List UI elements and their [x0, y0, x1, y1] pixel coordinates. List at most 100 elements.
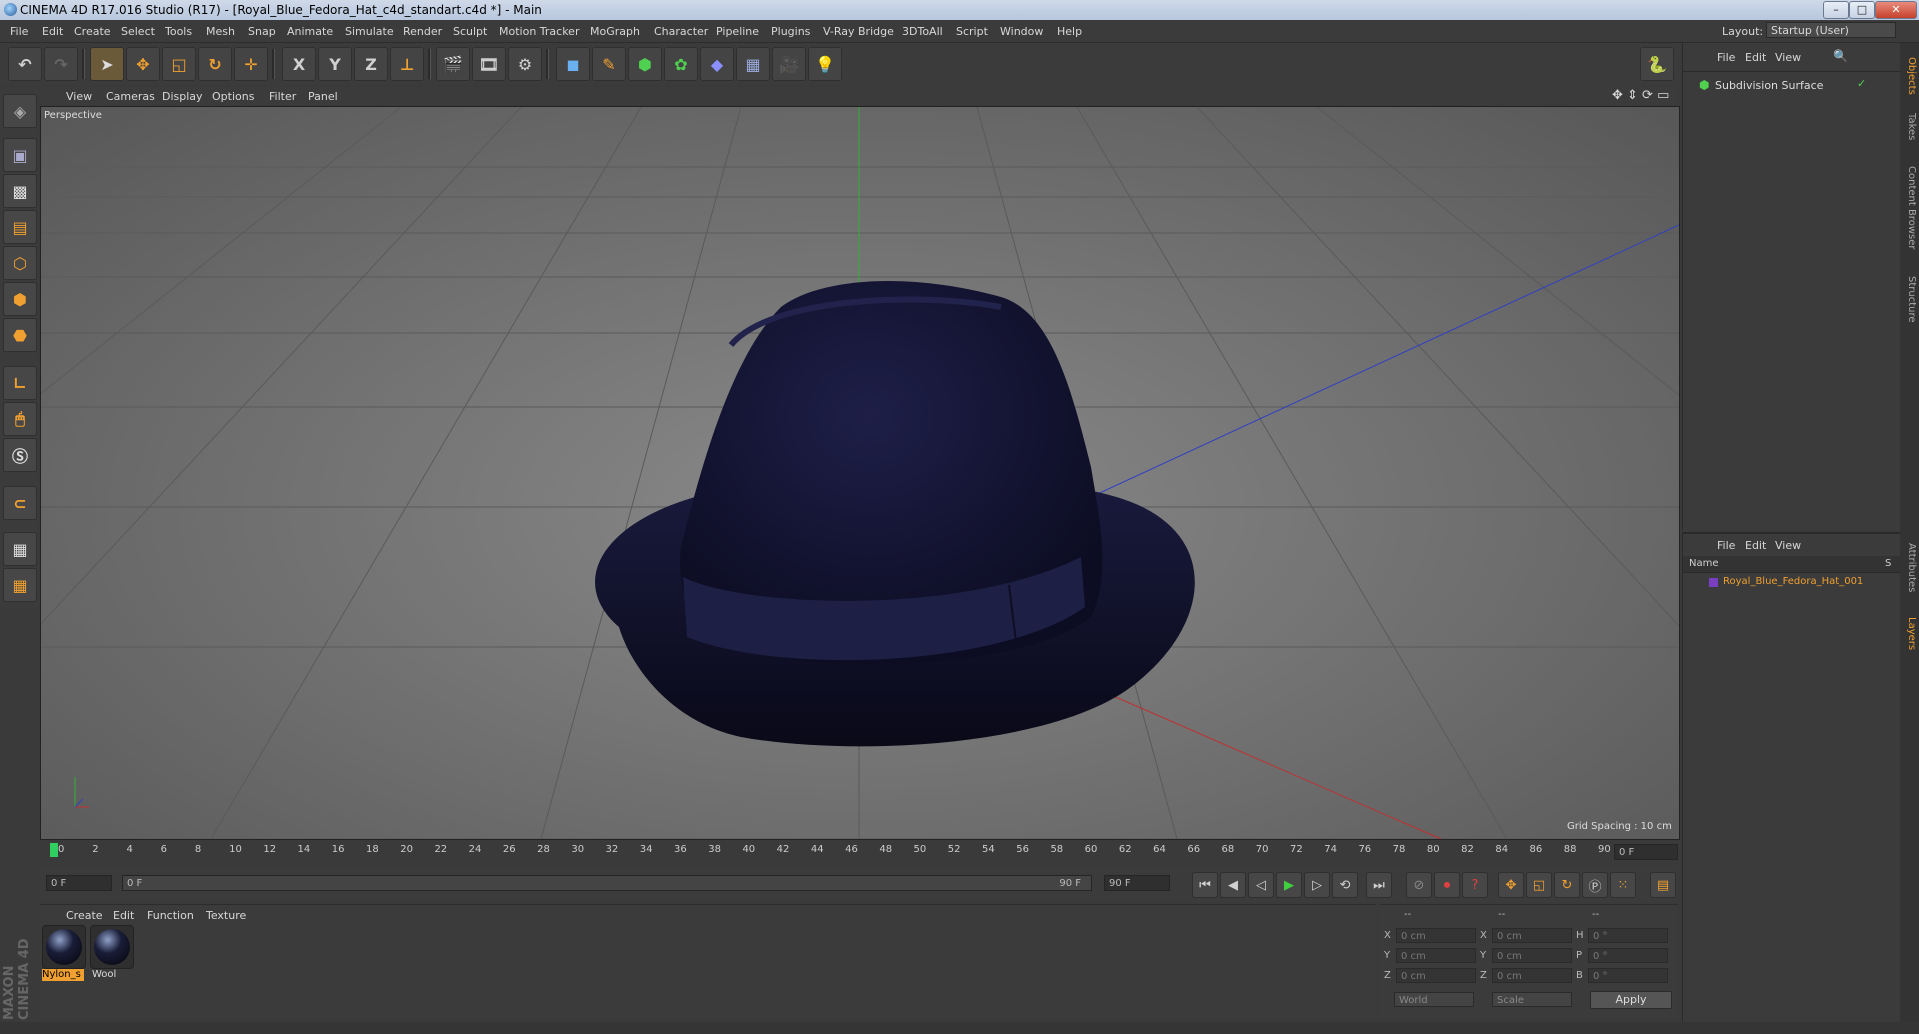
- size-x-field[interactable]: 0 cm: [1492, 928, 1572, 943]
- render-picture-viewer-icon[interactable]: 🎞: [472, 47, 506, 81]
- tab-content-browser[interactable]: Content Browser: [1902, 153, 1917, 263]
- key-rotation-icon[interactable]: ↻: [1554, 872, 1580, 898]
- layer-menu-view[interactable]: View: [1775, 539, 1801, 552]
- position-x-field[interactable]: 0 cm: [1396, 928, 1476, 943]
- record-keys-icon[interactable]: ⊘: [1406, 872, 1432, 898]
- viewport-menu-cameras[interactable]: Cameras: [106, 90, 155, 103]
- deformer-icon[interactable]: ◆: [700, 47, 734, 81]
- viewport-menu-display[interactable]: Display: [162, 90, 203, 103]
- end-frame-field[interactable]: 90 F: [1104, 875, 1170, 891]
- layout-dropdown[interactable]: Startup (User): [1766, 22, 1896, 38]
- menu-3dtoall[interactable]: 3DToAll: [902, 25, 943, 38]
- tab-structure[interactable]: Structure: [1902, 269, 1917, 329]
- close-button[interactable]: ✕: [1875, 1, 1917, 19]
- redo-icon[interactable]: ↷: [44, 47, 78, 81]
- viewport-nav-icons[interactable]: ✥ ⇕ ⟳ ▭: [1612, 88, 1669, 103]
- model-mode-icon[interactable]: ▣: [3, 138, 37, 172]
- rotation-p-field[interactable]: 0 °: [1588, 948, 1668, 963]
- tab-attributes[interactable]: Attributes: [1902, 533, 1917, 603]
- light-icon[interactable]: 💡: [808, 47, 842, 81]
- tab-takes[interactable]: Takes: [1902, 107, 1917, 147]
- key-parameter-icon[interactable]: Ⓟ: [1582, 872, 1608, 898]
- previous-frame-icon[interactable]: ◁: [1248, 872, 1274, 898]
- y-axis-lock-button[interactable]: Y: [318, 47, 352, 81]
- position-z-field[interactable]: 0 cm: [1396, 968, 1476, 983]
- previous-key-icon[interactable]: ◀: [1220, 872, 1246, 898]
- object-subdivision-surface[interactable]: Subdivision Surface: [1715, 79, 1823, 92]
- go-to-start-icon[interactable]: ⏮: [1192, 872, 1218, 898]
- menu-pipeline[interactable]: Pipeline: [716, 25, 759, 38]
- viewport-menu-filter[interactable]: Filter: [269, 90, 296, 103]
- world-dropdown[interactable]: World: [1394, 992, 1474, 1007]
- material-menu-edit[interactable]: Edit: [113, 909, 134, 922]
- undo-icon[interactable]: ↶: [8, 47, 42, 81]
- minimize-button[interactable]: –: [1823, 1, 1849, 19]
- material-nylon[interactable]: [42, 925, 86, 969]
- play-icon[interactable]: ▶: [1276, 872, 1302, 898]
- x-axis-lock-button[interactable]: X: [282, 47, 316, 81]
- move-icon[interactable]: ✥: [126, 47, 160, 81]
- axis-mode-icon[interactable]: ∟: [3, 366, 37, 400]
- menu-plugins[interactable]: Plugins: [771, 25, 810, 38]
- menu-edit[interactable]: Edit: [42, 25, 63, 38]
- rotation-b-field[interactable]: 0 °: [1588, 968, 1668, 983]
- object-menu-file[interactable]: File: [1717, 51, 1735, 64]
- polygons-mode-icon[interactable]: ⬣: [3, 318, 37, 352]
- locked-workplane-icon[interactable]: ▦: [3, 568, 37, 602]
- size-z-field[interactable]: 0 cm: [1492, 968, 1572, 983]
- menu-vray-bridge[interactable]: V-Ray Bridge: [823, 25, 894, 38]
- rotate-icon[interactable]: ↻: [198, 47, 232, 81]
- next-frame-icon[interactable]: ▷: [1304, 872, 1330, 898]
- perspective-viewport[interactable]: Perspective Grid Spacing : 10 cm: [40, 106, 1680, 840]
- menu-sculpt[interactable]: Sculpt: [453, 25, 487, 38]
- object-menu-edit[interactable]: Edit: [1745, 51, 1766, 64]
- subdivision-surface-icon[interactable]: ⬢: [628, 47, 662, 81]
- floor-icon[interactable]: ▦: [736, 47, 770, 81]
- tab-objects[interactable]: Objects: [1902, 51, 1917, 101]
- z-axis-lock-button[interactable]: Z: [354, 47, 388, 81]
- layer-menu-edit[interactable]: Edit: [1745, 539, 1766, 552]
- menu-snap[interactable]: Snap: [248, 25, 276, 38]
- rotation-h-field[interactable]: 0 °: [1588, 928, 1668, 943]
- viewport-menu-panel[interactable]: Panel: [308, 90, 338, 103]
- timeline-window-icon[interactable]: ▤: [1650, 872, 1676, 898]
- cube-primitive-icon[interactable]: ◼: [556, 47, 590, 81]
- layer-royal-blue-fedora-hat[interactable]: Royal_Blue_Fedora_Hat_001: [1723, 576, 1863, 587]
- apply-button[interactable]: Apply: [1590, 991, 1672, 1009]
- material-menu-texture[interactable]: Texture: [206, 909, 246, 922]
- texture-mode-icon[interactable]: ▩: [3, 174, 37, 208]
- menu-tools[interactable]: Tools: [165, 25, 192, 38]
- workplane-icon[interactable]: ▤: [3, 210, 37, 244]
- object-menu-view[interactable]: View: [1775, 51, 1801, 64]
- autokey-icon[interactable]: ⏺: [1434, 872, 1460, 898]
- python-icon[interactable]: 🐍: [1640, 47, 1674, 81]
- material-wool[interactable]: [90, 925, 134, 969]
- pen-spline-icon[interactable]: ✎: [592, 47, 626, 81]
- menu-mesh[interactable]: Mesh: [206, 25, 235, 38]
- select-cursor-icon[interactable]: ➤: [90, 47, 124, 81]
- scale-dropdown[interactable]: Scale: [1492, 992, 1572, 1007]
- start-frame-field[interactable]: 0 F: [46, 875, 112, 891]
- key-position-icon[interactable]: ✥: [1498, 872, 1524, 898]
- menu-simulate[interactable]: Simulate: [345, 25, 394, 38]
- maximize-button[interactable]: □: [1849, 1, 1875, 19]
- edges-mode-icon[interactable]: ⬢: [3, 282, 37, 316]
- render-view-icon[interactable]: 🎬: [436, 47, 470, 81]
- recent-tool-icon[interactable]: ✛: [234, 47, 268, 81]
- menu-select[interactable]: Select: [121, 25, 155, 38]
- menu-window[interactable]: Window: [1000, 25, 1043, 38]
- current-frame-field[interactable]: 0 F: [1614, 844, 1678, 860]
- menu-render[interactable]: Render: [403, 25, 442, 38]
- menu-mograph[interactable]: MoGraph: [590, 25, 640, 38]
- tab-layers[interactable]: Layers: [1902, 609, 1917, 659]
- menu-create[interactable]: Create: [74, 25, 111, 38]
- coordinate-system-icon[interactable]: ⊥: [390, 47, 424, 81]
- scale-icon[interactable]: ◱: [162, 47, 196, 81]
- menu-file[interactable]: File: [10, 25, 28, 38]
- keyframe-selection-icon[interactable]: ?: [1462, 872, 1488, 898]
- material-menu-create[interactable]: Create: [66, 909, 103, 922]
- viewport-menu-view[interactable]: View: [66, 90, 92, 103]
- make-editable-icon[interactable]: ◈: [3, 94, 37, 128]
- cloner-icon[interactable]: ✿: [664, 47, 698, 81]
- key-pla-icon[interactable]: ⁙: [1610, 872, 1636, 898]
